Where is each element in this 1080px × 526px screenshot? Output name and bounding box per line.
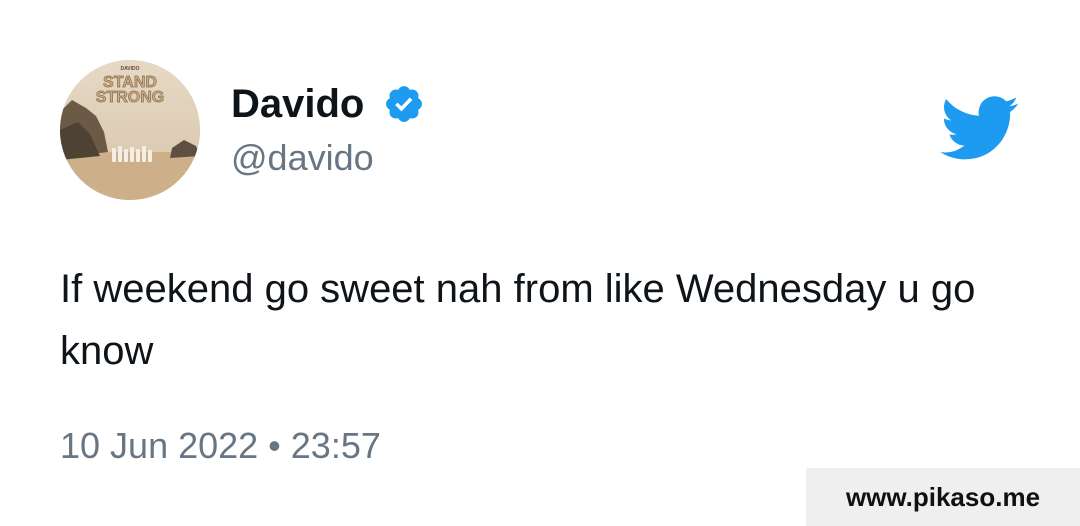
tweet-text: If weekend go sweet nah from like Wednes…	[60, 267, 976, 373]
svg-text:DAVIDO: DAVIDO	[120, 66, 139, 72]
verified-badge-icon	[386, 86, 422, 122]
avatar[interactable]: DAVIDO STAND STRONG	[60, 60, 200, 200]
svg-text:STRONG: STRONG	[96, 89, 164, 106]
author-name[interactable]: Davido	[231, 82, 364, 126]
author-handle[interactable]: @davido	[231, 138, 374, 178]
twitter-bird-icon	[940, 96, 1019, 160]
watermark: www.pikaso.me	[806, 468, 1080, 526]
avatar-image: DAVIDO STAND STRONG	[60, 60, 200, 200]
tweet-timestamp[interactable]: 10 Jun 2022 • 23:57	[60, 426, 381, 466]
watermark-text: www.pikaso.me	[845, 481, 1041, 512]
